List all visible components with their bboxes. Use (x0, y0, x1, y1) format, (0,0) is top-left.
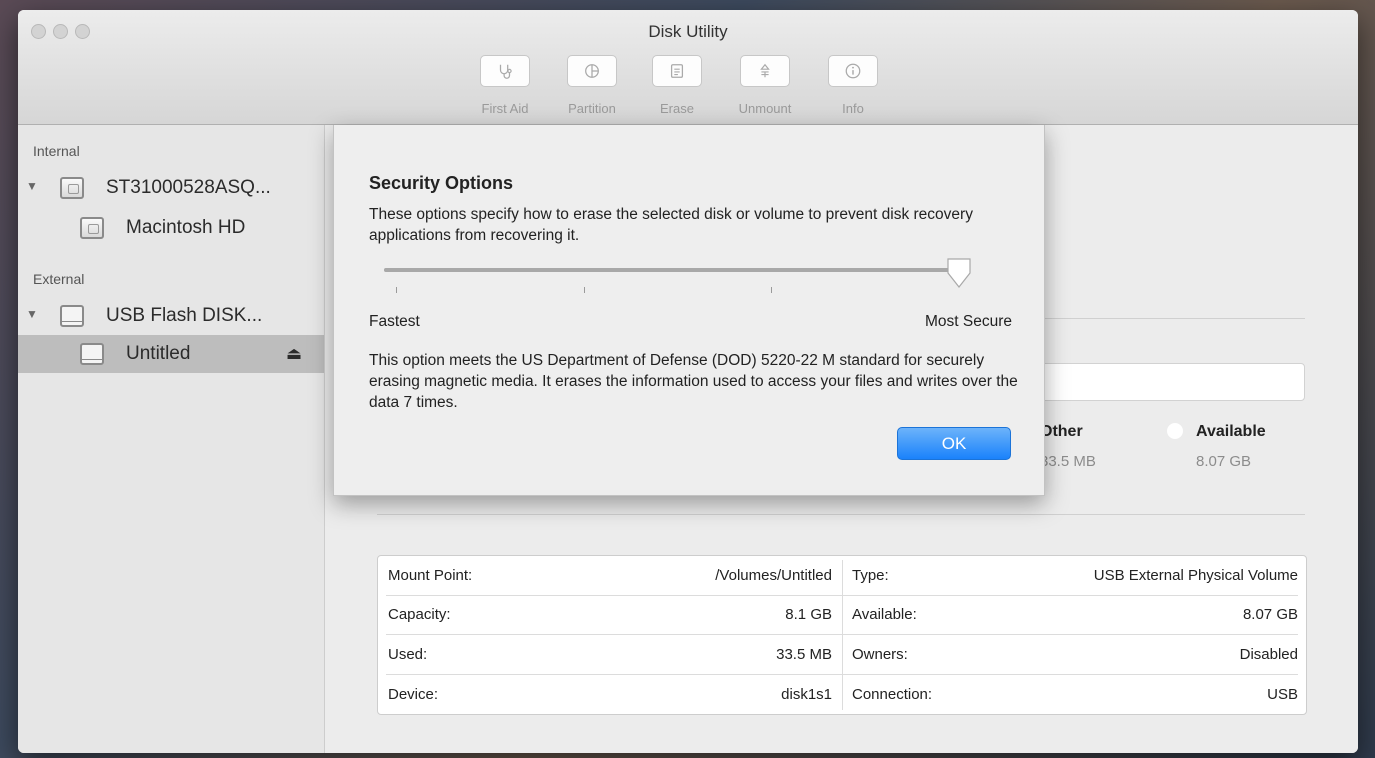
ok-button[interactable]: OK (897, 427, 1011, 460)
legend-available-value: 8.07 GB (1196, 453, 1252, 470)
sidebar-item-label: ST31000528ASQ... (106, 177, 271, 198)
sidebar-section-internal: Internal (33, 143, 80, 159)
partition-pie-icon (585, 64, 599, 78)
available-label: Available: (852, 606, 917, 623)
sidebar-item-usb-disk[interactable]: ▼ USB Flash DISK... (18, 297, 324, 335)
sidebar-item-internal-disk[interactable]: ▼ ST31000528ASQ... (18, 169, 324, 207)
legend-other-title: Other (1040, 423, 1083, 440)
usb-disk-icon (60, 305, 84, 327)
available-value: 8.07 GB (1242, 606, 1298, 623)
sidebar-item-macintosh-hd[interactable]: Macintosh HD (18, 209, 324, 247)
owners-label: Owners: (852, 646, 908, 663)
legend-other-value: 33.5 MB (1040, 453, 1096, 470)
type-label: Type: (852, 567, 889, 584)
unmount-label: Unmount (738, 101, 792, 116)
sidebar-item-label: USB Flash DISK... (106, 305, 263, 326)
dialog-title: Security Options (369, 173, 514, 193)
eject-icon[interactable]: ⏏ (286, 344, 302, 364)
security-options-dialog: Security Options These options specify h… (333, 125, 1045, 496)
type-value: USB External Physical Volume (1093, 567, 1298, 584)
sidebar-item-untitled[interactable]: Untitled ⏏ (18, 335, 324, 373)
dialog-description: These options specify how to erase the s… (369, 206, 973, 244)
usage-bar (1025, 363, 1305, 401)
info-label: Info (842, 101, 864, 116)
partition-label: Partition (568, 101, 616, 116)
window-title: Disk Utility (648, 22, 728, 41)
slider-max-label: Most Secure (924, 313, 1012, 330)
mount-point-label: Mount Point: (388, 567, 473, 584)
row-divider (386, 674, 1298, 675)
erase-icon (670, 64, 684, 78)
stethoscope-icon (499, 64, 512, 79)
sidebar-item-label: Macintosh HD (126, 217, 246, 238)
used-label: Used: (388, 646, 428, 663)
slider-tick (396, 287, 397, 293)
divider (377, 514, 1305, 515)
mount-point-value: /Volumes/Untitled (715, 567, 832, 584)
row-divider (386, 634, 1298, 635)
slider-tick (771, 287, 772, 293)
usb-volume-icon (80, 343, 104, 365)
title-bar: Disk Utility First Aid Partition Erase U… (18, 10, 1358, 125)
info-icon (845, 63, 861, 79)
first-aid-label: First Aid (481, 101, 529, 116)
slider-fill (384, 268, 959, 272)
legend-available-title: Available (1196, 423, 1266, 440)
device-label: Device: (388, 686, 439, 703)
partition-button[interactable] (567, 55, 617, 87)
legend-available-swatch (1167, 423, 1183, 439)
disk-utility-window: Disk Utility First Aid Partition Erase U… (18, 10, 1358, 753)
first-aid-button[interactable] (480, 55, 530, 87)
erase-button[interactable] (652, 55, 702, 87)
info-button[interactable] (828, 55, 878, 87)
connection-value: USB (1267, 686, 1298, 703)
sidebar: Internal ▼ ST31000528ASQ... Macintosh HD… (18, 125, 325, 753)
erase-label: Erase (660, 101, 694, 116)
slider-knob[interactable] (946, 257, 972, 289)
volume-icon (80, 217, 104, 239)
unmount-button[interactable] (740, 55, 790, 87)
sidebar-section-external: External (33, 271, 85, 287)
capacity-value: 8.1 GB (785, 606, 832, 623)
disclosure-triangle-icon[interactable]: ▼ (26, 307, 38, 321)
row-divider (386, 595, 1298, 596)
dialog-detail-text: This option meets the US Department of D… (369, 352, 1018, 411)
device-value: disk1s1 (781, 686, 832, 703)
capacity-label: Capacity: (388, 606, 451, 623)
internal-disk-icon (60, 177, 84, 199)
slider-tick (584, 287, 585, 293)
connection-label: Connection: (852, 686, 933, 703)
sidebar-item-label: Untitled (126, 343, 191, 364)
used-value: 33.5 MB (776, 646, 832, 663)
info-table: Mount Point: /Volumes/Untitled Type: USB… (377, 555, 1307, 715)
column-divider (842, 560, 843, 710)
owners-value: Disabled (1239, 646, 1298, 663)
security-slider[interactable] (384, 268, 959, 272)
unmount-icon (760, 63, 770, 78)
slider-min-label: Fastest (369, 313, 420, 330)
disclosure-triangle-icon[interactable]: ▼ (26, 179, 38, 193)
